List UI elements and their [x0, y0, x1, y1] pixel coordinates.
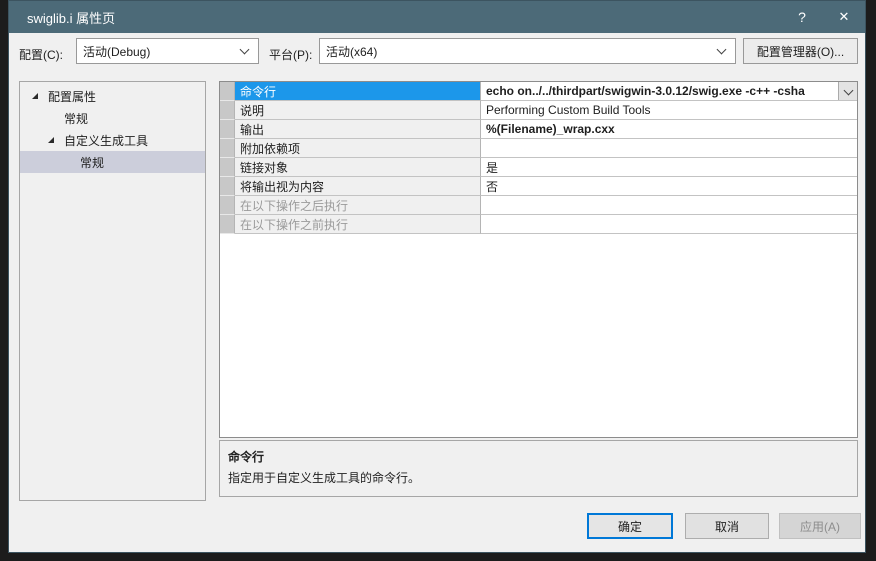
apply-button[interactable]: 应用(A)	[779, 513, 861, 539]
help-icon: ?	[798, 9, 806, 25]
tree-item-label: 配置属性	[48, 89, 97, 104]
close-icon: ✕	[838, 9, 850, 24]
configuration-label: 配置(C):	[19, 48, 63, 62]
property-value: echo on../../thirdpart/swigwin-3.0.12/sw…	[486, 84, 805, 98]
tree-item[interactable]: 常规	[20, 107, 205, 129]
property-value: 是	[486, 160, 499, 175]
tree-item[interactable]: 常规	[20, 151, 205, 173]
property-pages-dialog: swiglib.i 属性页 ? ✕ 配置(C): 活动(Debug) 平台(P)…	[8, 0, 866, 553]
row-margin	[220, 82, 235, 101]
property-value-cell[interactable]: %(Filename)_wrap.cxx	[481, 120, 857, 139]
ok-button[interactable]: 确定	[587, 513, 673, 539]
platform-label: 平台(P):	[269, 48, 313, 62]
property-row[interactable]: 附加依赖项	[220, 139, 857, 158]
tree-item-label: 自定义生成工具	[64, 133, 149, 148]
property-name[interactable]: 输出	[235, 120, 481, 139]
chevron-down-icon	[716, 44, 727, 55]
platform-value: 活动(x64)	[326, 44, 378, 59]
property-value-cell[interactable]	[481, 139, 857, 158]
property-grid-rows: 命令行 echo on../../thirdpart/swigwin-3.0.1…	[220, 82, 857, 234]
row-margin	[220, 196, 235, 215]
footer: 确定 取消 应用(A)	[9, 500, 865, 552]
platform-dropdown[interactable]: 活动(x64)	[319, 38, 736, 64]
property-value-cell[interactable]: 否	[481, 177, 857, 196]
property-name[interactable]: 在以下操作之前执行	[235, 215, 481, 234]
chevron-down-icon	[239, 44, 250, 55]
description-title: 命令行	[228, 450, 265, 464]
property-value-cell[interactable]	[481, 215, 857, 234]
property-row[interactable]: 链接对象 是	[220, 158, 857, 177]
config-bar: 配置(C): 活动(Debug) 平台(P): 活动(x64) 配置管理器(O)…	[9, 33, 865, 77]
configuration-manager-button[interactable]: 配置管理器(O)...	[743, 38, 858, 64]
chevron-down-icon	[843, 85, 853, 95]
tree-item[interactable]: 配置属性	[20, 85, 205, 107]
property-row[interactable]: 命令行 echo on../../thirdpart/swigwin-3.0.1…	[220, 82, 857, 101]
property-value: 否	[486, 179, 499, 194]
title-bar: swiglib.i 属性页 ? ✕	[9, 1, 865, 33]
value-dropdown-button[interactable]	[838, 82, 857, 100]
tree-expander[interactable]	[32, 93, 48, 99]
property-name[interactable]: 附加依赖项	[235, 139, 481, 158]
row-margin	[220, 139, 235, 158]
property-name[interactable]: 命令行	[235, 82, 481, 101]
property-row[interactable]: 输出 %(Filename)_wrap.cxx	[220, 120, 857, 139]
property-value: %(Filename)_wrap.cxx	[486, 122, 615, 136]
row-margin	[220, 120, 235, 139]
property-grid: 命令行 echo on../../thirdpart/swigwin-3.0.1…	[219, 81, 858, 438]
category-tree: 配置属性 常规 自定义生成工具 常规	[19, 81, 206, 501]
property-row[interactable]: 在以下操作之前执行	[220, 215, 857, 234]
property-name[interactable]: 链接对象	[235, 158, 481, 177]
property-name[interactable]: 将输出视为内容	[235, 177, 481, 196]
property-value-cell[interactable]	[481, 196, 857, 215]
tree-expander[interactable]	[48, 137, 64, 143]
property-row[interactable]: 在以下操作之后执行	[220, 196, 857, 215]
tree-item[interactable]: 自定义生成工具	[20, 129, 205, 151]
configuration-dropdown[interactable]: 活动(Debug)	[76, 38, 259, 64]
row-margin	[220, 101, 235, 120]
property-name[interactable]: 说明	[235, 101, 481, 120]
tree-item-label: 常规	[80, 155, 105, 170]
configuration-value: 活动(Debug)	[83, 44, 151, 59]
property-name[interactable]: 在以下操作之后执行	[235, 196, 481, 215]
window-title: swiglib.i 属性页	[27, 10, 116, 26]
main-area: 配置属性 常规 自定义生成工具 常规 命令行 echo on../../thir…	[9, 77, 865, 501]
cancel-button[interactable]: 取消	[685, 513, 769, 539]
property-value-cell[interactable]: echo on../../thirdpart/swigwin-3.0.12/sw…	[481, 82, 857, 101]
help-button[interactable]: ?	[781, 1, 823, 33]
expanded-triangle-icon	[48, 137, 54, 143]
close-button[interactable]: ✕	[823, 1, 865, 33]
property-row[interactable]: 将输出视为内容 否	[220, 177, 857, 196]
property-value-cell[interactable]: Performing Custom Build Tools	[481, 101, 857, 120]
row-margin	[220, 158, 235, 177]
property-value: Performing Custom Build Tools	[486, 103, 651, 117]
tree-item-label: 常规	[64, 111, 89, 126]
row-margin	[220, 177, 235, 196]
description-panel: 命令行 指定用于自定义生成工具的命令行。	[219, 440, 858, 497]
property-value-cell[interactable]: 是	[481, 158, 857, 177]
property-row[interactable]: 说明 Performing Custom Build Tools	[220, 101, 857, 120]
expanded-triangle-icon	[32, 93, 38, 99]
description-text: 指定用于自定义生成工具的命令行。	[228, 471, 421, 485]
row-margin	[220, 215, 235, 234]
